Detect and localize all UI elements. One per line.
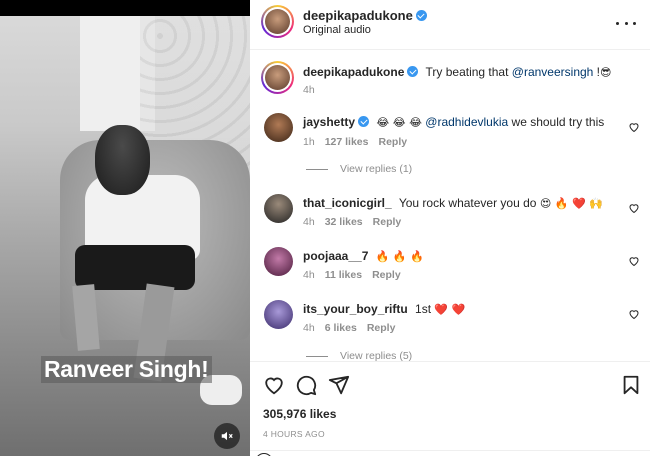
comment-meta: 1h 127 likes Reply xyxy=(303,136,408,148)
verified-badge-icon xyxy=(358,116,370,127)
comment-likes[interactable]: 6 likes xyxy=(325,322,357,334)
commenter-avatar[interactable] xyxy=(264,194,293,223)
bookmark-icon[interactable] xyxy=(620,374,642,396)
caption-username[interactable]: deepikapadukone xyxy=(303,65,419,79)
post-details-panel: deepikapadukone Original audio deepikapa… xyxy=(250,0,650,456)
audio-link[interactable]: Original audio xyxy=(303,24,371,36)
more-horizontal-icon xyxy=(616,21,619,25)
mention-link[interactable]: @radhidevlukia xyxy=(425,115,508,129)
reply-button[interactable]: Reply xyxy=(373,216,402,228)
comment-meta: 4h 6 likes Reply xyxy=(303,322,396,334)
video-person-head xyxy=(95,125,150,195)
add-comment-bar xyxy=(250,450,650,456)
comment-likes[interactable]: 32 likes xyxy=(325,216,363,228)
comment-username[interactable]: jayshetty xyxy=(303,115,370,129)
comment-meta: 4h 32 likes Reply xyxy=(303,216,402,228)
comments-list: deepikapadukone Try beating that @ranvee… xyxy=(250,51,650,361)
reply-button[interactable]: Reply xyxy=(367,322,396,334)
commenter-avatar[interactable] xyxy=(264,247,293,276)
author-username[interactable]: deepikapadukone xyxy=(303,8,427,23)
verified-badge-icon xyxy=(407,66,419,77)
comment-like-heart-icon[interactable] xyxy=(628,255,640,267)
view-replies-button[interactable]: View replies (1) xyxy=(306,163,412,175)
comment-text: poojaaa__7 🔥 🔥 🔥 xyxy=(303,249,424,263)
comment-likes[interactable]: 127 likes xyxy=(325,136,369,148)
comment-meta: 4h 11 likes Reply xyxy=(303,269,401,281)
post-header: deepikapadukone Original audio xyxy=(250,0,650,50)
reply-button[interactable]: Reply xyxy=(378,136,407,148)
comment-username[interactable]: its_your_boy_riftu xyxy=(303,302,408,316)
verified-badge-icon xyxy=(415,10,427,21)
reply-button[interactable]: Reply xyxy=(372,269,401,281)
caption-time: 4h xyxy=(303,84,315,96)
comment-text: its_your_boy_riftu 1st ❤️ ❤️ xyxy=(303,302,466,316)
comment-likes[interactable]: 11 likes xyxy=(325,269,362,281)
comment-like-heart-icon[interactable] xyxy=(628,121,640,133)
commenter-avatar[interactable] xyxy=(264,113,293,142)
heart-icon[interactable] xyxy=(263,374,285,396)
send-icon[interactable] xyxy=(328,374,350,396)
author-avatar[interactable] xyxy=(261,5,294,38)
likes-count[interactable]: 305,976 likes xyxy=(263,407,336,421)
comment-username[interactable]: poojaaa__7 xyxy=(303,249,368,263)
more-options-button[interactable] xyxy=(616,13,636,33)
video-text-overlay: Ranveer Singh! xyxy=(41,356,212,383)
mute-button[interactable] xyxy=(214,423,240,449)
caption-text: deepikapadukone Try beating that @ranvee… xyxy=(303,65,612,79)
comment-like-heart-icon[interactable] xyxy=(628,202,640,214)
comment-icon[interactable] xyxy=(295,374,317,396)
comment-username[interactable]: that_iconicgirl_ xyxy=(303,196,392,210)
caption-avatar[interactable] xyxy=(261,61,294,94)
mention-link[interactable]: @ranveersingh xyxy=(512,65,594,79)
view-replies-button[interactable]: View replies (5) xyxy=(306,350,412,361)
comment-text: that_iconicgirl_ You rock whatever you d… xyxy=(303,196,603,210)
post-timestamp: 4 HOURS AGO xyxy=(263,429,325,439)
commenter-avatar[interactable] xyxy=(264,300,293,329)
comment-like-heart-icon[interactable] xyxy=(628,308,640,320)
post-actions: 305,976 likes 4 HOURS AGO xyxy=(250,361,650,456)
comment-text: jayshetty 😂 😂 😂 @radhidevlukia we should… xyxy=(303,115,605,129)
muted-speaker-icon xyxy=(221,431,233,441)
post-video[interactable]: Ranveer Singh! xyxy=(0,0,250,456)
